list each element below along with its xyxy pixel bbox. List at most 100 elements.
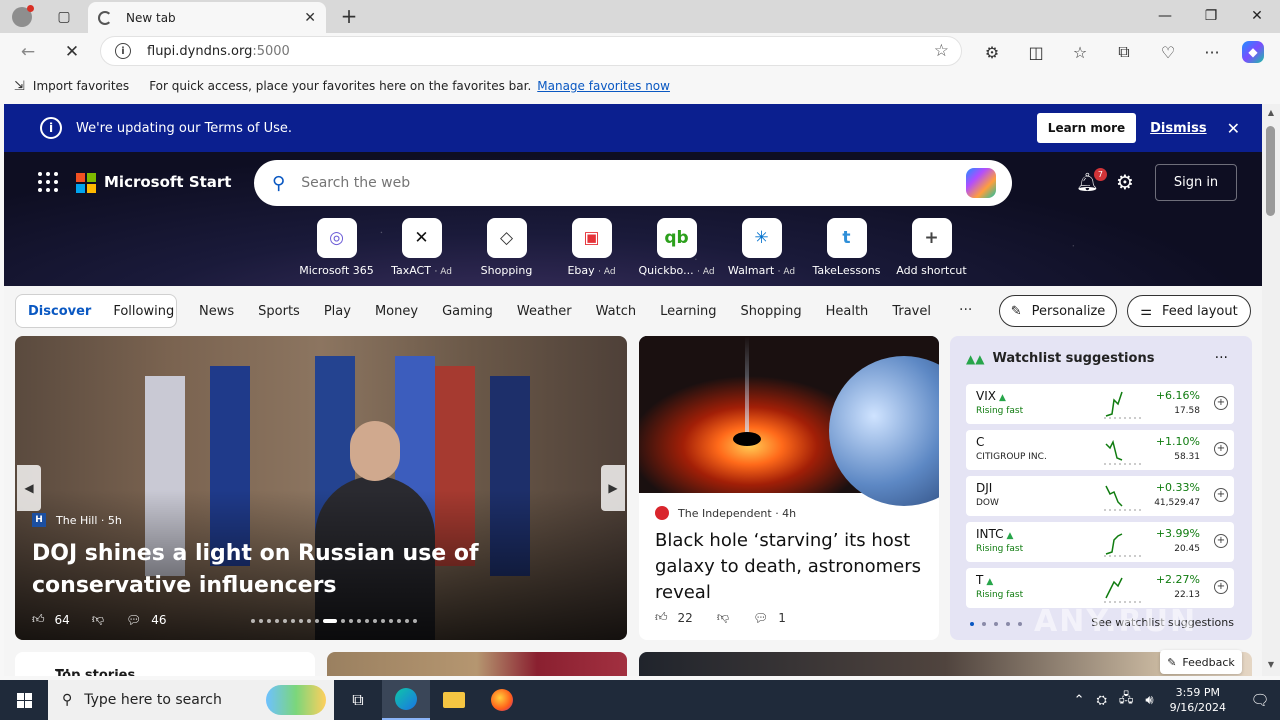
carousel-dot[interactable]	[373, 619, 377, 623]
dismiss-link[interactable]: Dismiss	[1150, 121, 1206, 136]
add-to-watchlist-icon[interactable]: +	[1214, 488, 1228, 502]
web-search-box[interactable]: ⚲	[254, 160, 1012, 206]
url-text[interactable]: flupi.dyndns.org:5000	[147, 44, 934, 59]
page-dot[interactable]	[1006, 622, 1010, 626]
carousel-dot[interactable]	[323, 619, 337, 623]
notification-center-icon[interactable]: 🗨︎	[1240, 680, 1280, 720]
site-info-icon[interactable]: i	[115, 43, 131, 59]
category-link-news[interactable]: News	[199, 304, 234, 319]
carousel-dot[interactable]	[251, 619, 255, 623]
restore-button[interactable]: ❐	[1188, 0, 1234, 32]
category-link-weather[interactable]: Weather	[517, 304, 572, 319]
main-story-card[interactable]: ◀ ▶ H The Hill · 5h DOJ shines a light o…	[15, 336, 627, 640]
watchlist-more-button[interactable]: ···	[1215, 350, 1228, 366]
shortcut-tile[interactable]: + Add shortcut	[889, 218, 974, 277]
scroll-up-arrow-icon[interactable]: ▲	[1262, 106, 1280, 120]
copilot-search-icon[interactable]	[966, 168, 996, 198]
carousel-dot[interactable]	[357, 619, 361, 623]
more-categories-button[interactable]: ···	[959, 302, 972, 318]
category-link-play[interactable]: Play	[324, 304, 351, 319]
tab-close-icon[interactable]: ✕	[304, 10, 316, 26]
comment-icon[interactable]: 💬︎	[753, 611, 768, 625]
carousel-dot[interactable]	[275, 619, 279, 623]
microsoft-logo-icon[interactable]	[76, 173, 96, 193]
add-to-watchlist-icon[interactable]: +	[1214, 396, 1228, 410]
tab-following[interactable]: Following	[113, 304, 174, 319]
lower-story-image[interactable]	[327, 652, 627, 676]
collections-icon[interactable]: ⧉	[1110, 38, 1138, 66]
carousel-dot[interactable]	[307, 619, 311, 623]
add-to-watchlist-icon[interactable]: +	[1214, 442, 1228, 456]
brand-title[interactable]: Microsoft Start	[104, 173, 231, 191]
search-input[interactable]	[301, 175, 966, 191]
shortcut-tile[interactable]: ✳ Walmart · Ad	[719, 218, 804, 277]
carousel-next-button[interactable]: ▶	[601, 465, 625, 511]
tab-actions-icon[interactable]: ▢	[50, 4, 78, 30]
shortcut-tile[interactable]: ◎ Microsoft 365	[294, 218, 379, 277]
carousel-dot[interactable]	[397, 619, 401, 623]
shortcut-tile[interactable]: ◇ Shopping	[464, 218, 549, 277]
watchlist-row[interactable]: T ▲ Rising fast +2.27% 22.13 +	[966, 568, 1234, 608]
split-screen-icon[interactable]: ◫	[1022, 38, 1050, 66]
category-link-gaming[interactable]: Gaming	[442, 304, 493, 319]
carousel-dot[interactable]	[341, 619, 345, 623]
new-tab-button[interactable]: +	[336, 4, 362, 28]
watchlist-row[interactable]: DJI DOW +0.33% 41,529.47 +	[966, 476, 1234, 516]
browser-essentials-icon[interactable]: ♡	[1154, 38, 1182, 66]
tray-overflow-chevron-icon[interactable]: ⌃	[1074, 693, 1085, 708]
firefox-taskbar-icon[interactable]	[478, 680, 526, 720]
minimize-button[interactable]: —	[1142, 0, 1188, 32]
category-link-travel[interactable]: Travel	[892, 304, 931, 319]
category-link-shopping[interactable]: Shopping	[741, 304, 802, 319]
sign-in-button[interactable]: Sign in	[1155, 164, 1237, 201]
page-settings-gear-icon[interactable]: ⚙	[1116, 170, 1134, 194]
page-dot[interactable]	[1018, 622, 1022, 626]
shortcut-tile[interactable]: ✕ TaxACT · Ad	[379, 218, 464, 277]
page-dot[interactable]	[970, 622, 974, 626]
extensions-icon[interactable]: ⚙	[978, 38, 1006, 66]
feed-layout-button[interactable]: ⚌ Feed layout	[1127, 295, 1251, 327]
learn-more-button[interactable]: Learn more	[1036, 113, 1137, 143]
back-button[interactable]: ←	[14, 38, 42, 66]
category-link-health[interactable]: Health	[826, 304, 869, 319]
watchlist-row[interactable]: C CITIGROUP INC. +1.10% 58.31 +	[966, 430, 1234, 470]
profile-button[interactable]	[8, 4, 36, 30]
carousel-prev-button[interactable]: ◀	[17, 465, 41, 511]
carousel-dot[interactable]	[315, 619, 319, 623]
category-link-learning[interactable]: Learning	[660, 304, 716, 319]
carousel-dot[interactable]	[365, 619, 369, 623]
import-favorites-button[interactable]: Import favorites	[33, 79, 129, 93]
category-link-sports[interactable]: Sports	[258, 304, 300, 319]
carousel-dot[interactable]	[299, 619, 303, 623]
page-dot[interactable]	[982, 622, 986, 626]
personalize-button[interactable]: ✎ Personalize	[999, 295, 1117, 327]
task-view-icon[interactable]: ⧉	[334, 680, 382, 720]
carousel-dot[interactable]	[381, 619, 385, 623]
manage-favorites-link[interactable]: Manage favorites now	[537, 79, 670, 93]
favorite-star-icon[interactable]: ☆	[934, 41, 949, 61]
scroll-down-arrow-icon[interactable]: ▼	[1262, 658, 1280, 672]
main-story-headline[interactable]: DOJ shines a light on Russian use of con…	[32, 538, 602, 602]
main-story-source[interactable]: H The Hill · 5h	[32, 513, 122, 527]
tab-new-tab[interactable]: New tab ✕	[88, 2, 326, 33]
story-card[interactable]: The Independent · 4h Black hole ‘starvin…	[639, 336, 939, 640]
network-icon[interactable]: 🖧︎	[1119, 689, 1134, 711]
carousel-dot[interactable]	[283, 619, 287, 623]
tray-app-icon[interactable]: ⛭	[1096, 693, 1106, 708]
carousel-dot[interactable]	[291, 619, 295, 623]
stop-loading-button[interactable]: ✕	[58, 38, 86, 66]
top-stories-more-button[interactable]: ···	[55, 664, 291, 676]
story-source[interactable]: The Independent · 4h	[655, 506, 796, 520]
feedback-button[interactable]: ✎ Feedback	[1160, 650, 1242, 674]
watchlist-row[interactable]: INTC ▲ Rising fast +3.99% 20.45 +	[966, 522, 1234, 562]
dislike-icon[interactable]: 👎︎	[717, 610, 729, 625]
app-launcher-icon[interactable]	[38, 172, 58, 192]
dislike-icon[interactable]: 👎︎	[92, 612, 104, 627]
page-scrollbar[interactable]: ▲ ▼	[1262, 104, 1280, 676]
add-to-watchlist-icon[interactable]: +	[1214, 580, 1228, 594]
category-link-watch[interactable]: Watch	[596, 304, 636, 319]
like-icon[interactable]: 👍︎	[655, 610, 668, 625]
notifications-bell-icon[interactable]: 🔔︎ 7	[1076, 168, 1107, 193]
edge-taskbar-icon[interactable]	[382, 680, 430, 720]
volume-icon[interactable]: 🔊︎	[1145, 693, 1153, 708]
